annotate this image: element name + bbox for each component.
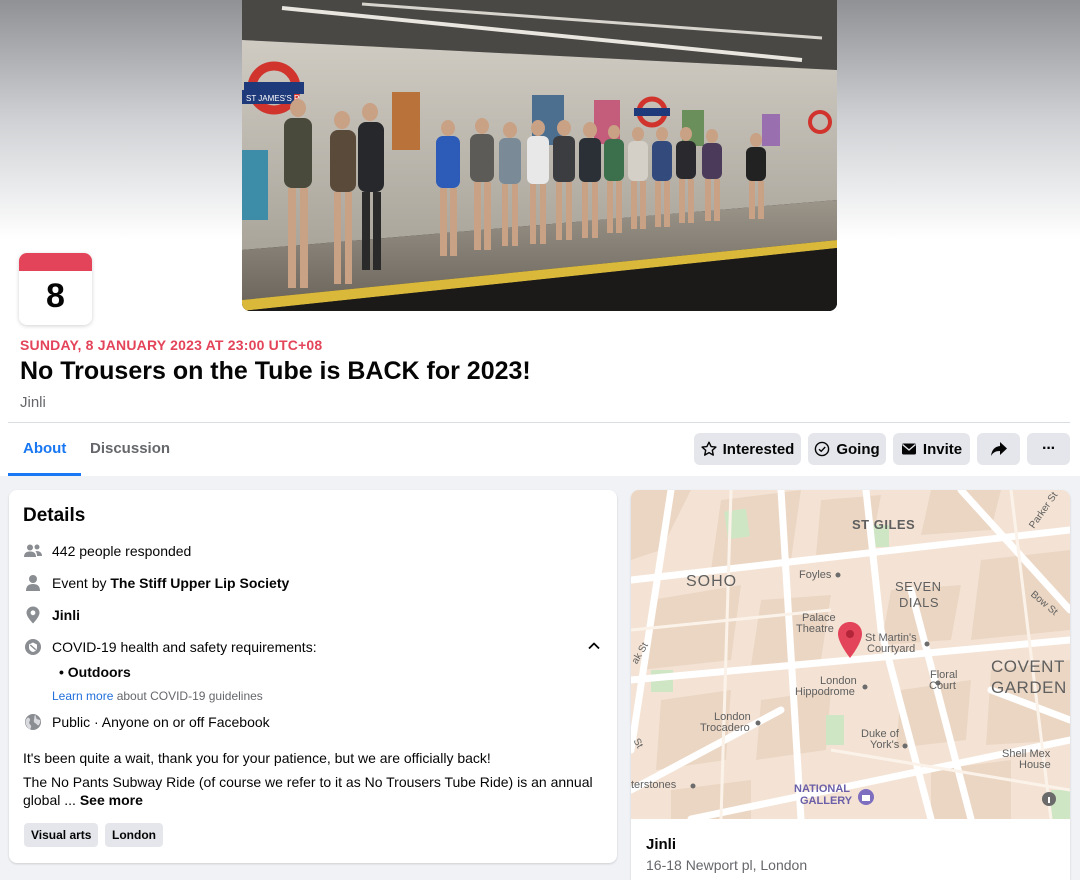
check-circle-icon: [815, 441, 830, 457]
privacy-row: Public · Anyone on or off Facebook: [23, 712, 270, 732]
date-badge-strip: [19, 253, 92, 271]
details-heading: Details: [23, 505, 86, 526]
event-by-prefix: Event by: [52, 575, 111, 591]
tag-chip-london[interactable]: London: [105, 823, 163, 847]
location-link[interactable]: Jinli: [52, 607, 80, 623]
invite-label: Invite: [922, 440, 963, 458]
map-label-garden: GARDEN: [991, 678, 1067, 697]
venue-address: 16-18 Newport pl, London: [646, 857, 808, 873]
share-icon: [990, 442, 1007, 456]
map-card[interactable]: ST GILES SOHO Foyles SEVEN DIALS Palace …: [631, 490, 1070, 880]
interested-label: Interested: [722, 440, 795, 458]
more-icon: ···: [1042, 440, 1056, 457]
map-label-london-hippodrome-2: Hippodrome: [795, 686, 855, 698]
date-badge-day: 8: [46, 277, 65, 315]
event-by-organizer-link[interactable]: The Stiff Upper Lip Society: [110, 575, 289, 591]
tab-discussion[interactable]: Discussion: [75, 424, 185, 476]
map-label-house: House: [1019, 759, 1051, 771]
going-label: Going: [836, 440, 880, 458]
map-label-yorks: York's: [870, 739, 900, 751]
description-line-1: It's been quite a wait, thank you for yo…: [23, 750, 491, 766]
envelope-icon: [901, 443, 916, 455]
covid-item: • Outdoors: [59, 664, 131, 680]
station-sign-text: ST JAMES'S P: [246, 94, 299, 103]
event-cover-photo[interactable]: ST JAMES'S P: [242, 0, 837, 311]
event-host[interactable]: Jinli: [20, 394, 46, 411]
header-divider: [8, 422, 1070, 423]
map-label-covent: COVENT: [991, 657, 1065, 676]
covid-item-text: Outdoors: [67, 664, 131, 680]
people-icon: [23, 541, 43, 561]
covid-learn-more: Learn more about COVID-19 guidelines: [52, 689, 263, 703]
privacy-text: Public · Anyone on or off Facebook: [52, 714, 270, 730]
covid-shield-icon: [23, 637, 43, 657]
see-more-link[interactable]: See more: [80, 792, 143, 808]
event-title: No Trousers on the Tube is BACK for 2023…: [20, 357, 531, 385]
tag-chip-visual-arts[interactable]: Visual arts: [24, 823, 99, 847]
interested-button[interactable]: Interested: [694, 433, 801, 465]
covid-heading: COVID-19 health and safety requirements:: [52, 639, 317, 655]
location-row: Jinli: [23, 605, 80, 625]
map-label-gallery: GALLERY: [800, 795, 853, 807]
venue-name[interactable]: Jinli: [646, 836, 676, 853]
map-label-seven: SEVEN: [895, 579, 942, 594]
map-label-theatre: Theatre: [796, 623, 834, 635]
map-label-waterstones: terstones: [631, 779, 677, 791]
person-icon: [23, 573, 43, 593]
description-line-2: The No Pants Subway Ride (of course we r…: [23, 773, 593, 809]
share-button[interactable]: [977, 433, 1020, 465]
tab-about[interactable]: About: [8, 424, 82, 476]
going-button[interactable]: Going: [808, 433, 886, 465]
learn-more-link[interactable]: Learn more: [52, 689, 113, 703]
details-card: Details 442 people responded Event by Th…: [9, 490, 617, 863]
map-label-national: NATIONAL: [794, 783, 851, 795]
map-label-st-giles: ST GILES: [852, 517, 916, 532]
map-label-foyles: Foyles: [799, 569, 832, 581]
map-label-dials: DIALS: [899, 595, 940, 610]
event-date: SUNDAY, 8 JANUARY 2023 AT 23:00 UTC+08: [20, 337, 323, 353]
covid-row: COVID-19 health and safety requirements:: [23, 637, 317, 657]
location-map[interactable]: ST GILES SOHO Foyles SEVEN DIALS Palace …: [631, 490, 1070, 823]
globe-icon: [23, 712, 43, 732]
map-label-soho: SOHO: [686, 573, 738, 590]
star-icon: [701, 441, 717, 456]
responded-row: 442 people responded: [23, 541, 191, 561]
learn-more-rest: about COVID-19 guidelines: [113, 689, 263, 703]
map-label-court: Court: [929, 680, 956, 692]
chevron-up-icon[interactable]: [586, 638, 602, 654]
date-badge: 8: [19, 253, 92, 325]
more-button[interactable]: ···: [1027, 433, 1070, 465]
map-illustration: [631, 490, 1070, 823]
responded-text[interactable]: 442 people responded: [52, 543, 191, 559]
location-pin-icon: [23, 605, 43, 625]
event-by-row: Event by The Stiff Upper Lip Society: [23, 573, 289, 593]
cover-photo-illustration: ST JAMES'S P: [242, 0, 837, 311]
map-label-courtyard: Courtyard: [867, 643, 916, 655]
invite-button[interactable]: Invite: [893, 433, 970, 465]
map-label-london-trocadero-2: Trocadero: [700, 722, 750, 734]
